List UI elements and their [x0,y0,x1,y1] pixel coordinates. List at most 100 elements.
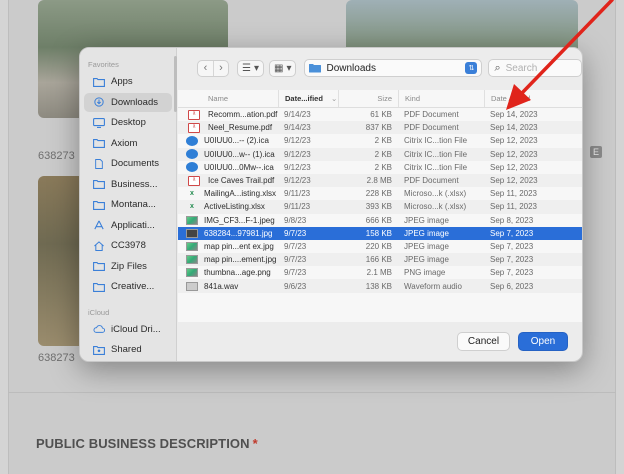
file-row[interactable]: U0IUU0...0Mw--.ica 9/12/23 2 KB Citrix IC..… [178,161,582,174]
list-view-button[interactable]: ☰ ▾ [237,59,264,77]
file-row[interactable]: 638284...97981.jpg 9/7/23 158 KB JPEG image… [178,226,582,240]
sidebar-item-zip-files[interactable]: Zip Files [84,257,172,277]
file-kind: Waveform audio [404,281,462,291]
file-row[interactable]: ᵃ Ice Caves Trail.pdf 9/12/23 2.8 MB PDF Doc… [178,173,582,188]
location-popup[interactable]: Downloads ⇅ [304,59,483,77]
file-row[interactable]: U0IUU0...-- (2).ica 9/12/23 2 KB Citrix IC.… [178,134,582,147]
file-date-added: Sep 12, 2023 [490,176,538,186]
file-row[interactable]: 841a.wav 9/6/23 138 KB Waveform audio Sep 6,… [178,279,582,293]
column-header-kind[interactable]: Kind [398,90,484,107]
file-row[interactable]: IMG_CF3...F-1.jpeg 9/8/23 666 KB JPEG image… [178,214,582,227]
file-name: map pin...ent ex.jpg [204,241,274,251]
sidebar-item-shared[interactable]: Shared [84,340,172,360]
sidebar-item-label: Zip Files [111,260,147,272]
sidebar-item-applicati[interactable]: Applicati... [84,216,172,236]
home-icon [92,240,106,251]
column-header-size[interactable]: Size [338,90,398,107]
file-row[interactable]: ᵃ Neel_Resume.pdf 9/14/23 837 KB PDF Documen… [178,121,582,135]
sidebar-item-axiom[interactable]: Axiom [84,134,172,154]
file-name: map pin....ement.jpg [204,255,277,265]
sidebar-item-downloads[interactable]: Downloads [84,92,172,112]
document-icon [92,158,106,169]
file-name: 841a.wav [204,281,239,291]
file-kind: PDF Document [404,110,459,120]
file-row[interactable]: ᵃ Recomm...ation.pdf 9/14/23 61 KB PDF Docum… [178,108,582,121]
sidebar-item-label: Downloads [111,96,158,108]
file-row[interactable]: U0IUU0...w-- (1).ica 9/12/23 2 KB Citrix IC… [178,147,582,161]
photo-caption: 638273 [38,352,75,364]
column-header-name[interactable]: Name [178,90,278,107]
file-name: Neel_Resume.pdf [208,123,273,133]
file-date-modified: 9/14/23 [284,123,311,133]
sidebar-item-label: Business... [111,178,158,190]
file-date-added: Sep 8, 2023 [490,215,534,225]
sidebar-item-label: Shared [111,344,142,356]
file-name-cell: ᵃ Neel_Resume.pdf [178,122,278,133]
shared-folder-icon [92,345,106,355]
file-date-modified: 9/7/23 [284,228,307,238]
chevron-down-icon: ▾ [253,62,259,74]
file-name-cell: thumbna...age.png [178,268,278,278]
file-name-cell: U0IUU0...-- (2).ica [178,135,278,146]
grid-icon: ▦ [274,62,284,74]
citrix-file-icon [186,135,198,146]
file-kind: Citrix IC...tion File [404,149,468,159]
search-field[interactable]: ⌕ Search [488,59,582,77]
file-row[interactable]: x ActiveListing.xlsx 9/11/23 393 KB Microso.… [178,200,582,214]
history-nav: ‹ › [197,59,229,77]
file-name-cell: U0IUU0...w-- (1).ica [178,149,278,160]
folder-icon [92,200,106,210]
search-placeholder: Search [505,62,538,74]
dialog-sidebar: Favorites Apps Downloads Desktop Axiom Docum… [80,48,177,361]
file-row[interactable]: map pin...ent ex.jpg 9/7/23 220 KB JPEG ima… [178,240,582,253]
file-list-header: Name Date...ified ⌄ Size Kind Date Added [178,90,582,108]
file-row[interactable]: x MailingA...isting.xlsx 9/11/23 228 KB Micr… [178,187,582,200]
group-by-button[interactable]: ▦ ▾ [269,59,297,77]
open-button[interactable]: Open [518,332,568,351]
file-name: MailingA...isting.xlsx [204,189,277,199]
file-row[interactable]: thumbna...age.png 9/7/23 2.1 MB PNG image Se… [178,266,582,279]
sidebar-item-apps[interactable]: Apps [84,72,172,92]
file-date-added: Sep 14, 2023 [490,123,538,133]
spreadsheet-file-icon: x [190,190,194,198]
sidebar-item-label: Montana... [111,199,156,211]
file-size: 166 KB [365,255,392,265]
sidebar-item-business[interactable]: Business... [84,175,172,195]
file-kind: Citrix IC...tion File [404,162,468,172]
file-kind: Citrix IC...tion File [404,136,468,146]
forward-button[interactable]: › [213,60,228,76]
sidebar-item-icloud-dri[interactable]: iCloud Dri... [84,320,172,340]
column-header-date-added[interactable]: Date Added [484,90,582,107]
sidebar-item-creative[interactable]: Creative... [84,277,172,297]
sidebar-item-desktop[interactable]: Desktop [84,113,172,133]
pdf-file-icon: ᵃ [188,109,200,120]
image-file-icon [186,241,198,251]
file-size: 228 KB [365,189,392,199]
sidebar-item-label: CC3978 [111,240,146,252]
file-name-cell: map pin....ement.jpg [178,255,278,265]
file-row[interactable]: map pin....ement.jpg 9/7/23 166 KB JPEG ima… [178,253,582,267]
image-file-icon [186,228,198,238]
file-kind: Microso...k (.xlsx) [404,189,467,199]
cancel-button[interactable]: Cancel [457,332,510,351]
file-size: 666 KB [365,215,392,225]
sidebar-item-documents[interactable]: Documents [84,154,172,174]
file-name-cell: IMG_CF3...F-1.jpeg [178,215,278,225]
audio-file-icon [186,281,198,291]
file-name-cell: U0IUU0...0Mw--.ica [178,162,278,173]
list-view-icon: ☰ [242,62,251,74]
sidebar-item-cc3978[interactable]: CC3978 [84,236,172,256]
section-divider [8,392,616,393]
chevron-down-icon: ▾ [286,62,292,74]
download-icon [92,97,106,107]
back-button[interactable]: ‹ [198,61,213,76]
file-date-modified: 9/7/23 [284,268,307,278]
column-header-date-modified[interactable]: Date...ified ⌄ [278,90,338,107]
file-date-added: Sep 7, 2023 [490,228,534,238]
file-size: 220 KB [365,241,392,251]
file-name-cell: x ActiveListing.xlsx [178,202,278,212]
file-name: 638284...97981.jpg [204,228,273,238]
cloud-icon [92,324,106,334]
sidebar-item-montana[interactable]: Montana... [84,195,172,215]
file-date-modified: 9/7/23 [284,241,307,251]
